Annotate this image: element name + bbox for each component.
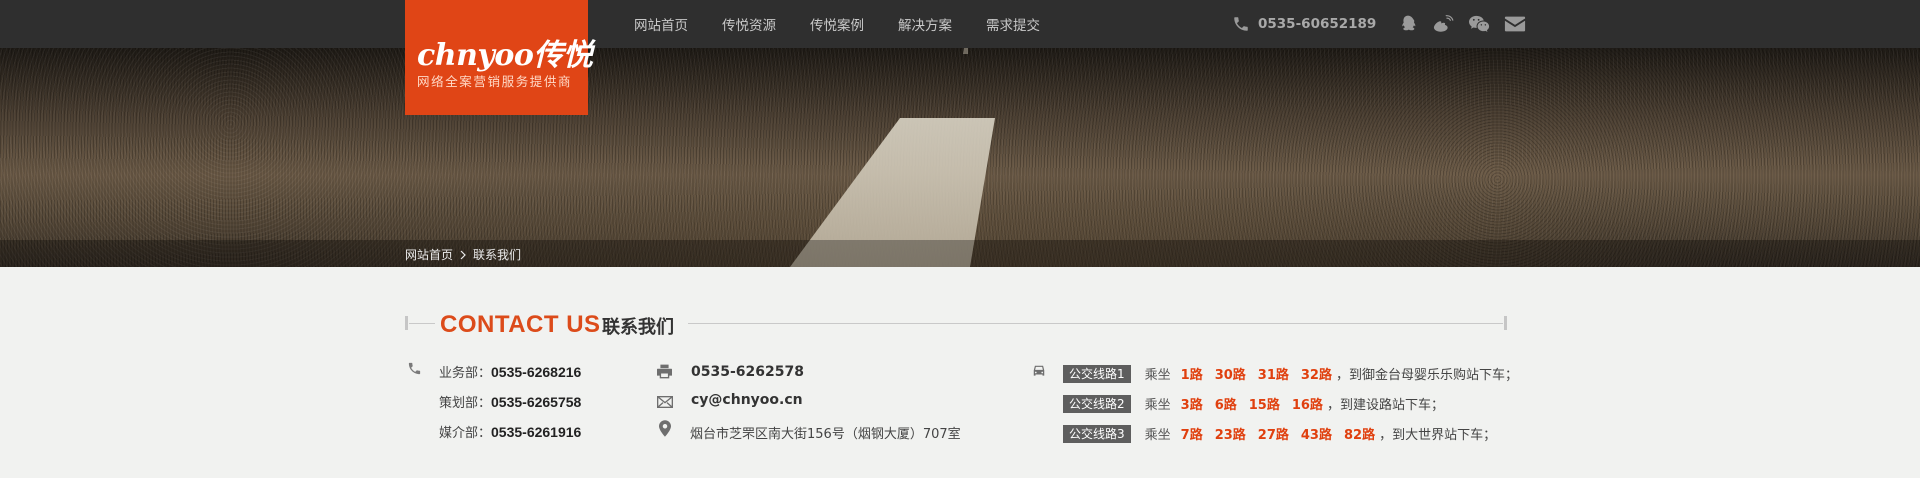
breadcrumb-current: 联系我们 bbox=[473, 248, 522, 262]
hero-banner-road bbox=[0, 48, 1920, 267]
dept-row-planning: 策划部： 0535-6265758 bbox=[439, 392, 582, 412]
nav-item-cases[interactable]: 传悦案例 bbox=[810, 14, 864, 34]
ride-label: 乘坐 bbox=[1144, 398, 1171, 413]
dept-label: 策划部： bbox=[439, 396, 492, 411]
bus-route-tag: 公交线路1 bbox=[1063, 364, 1131, 383]
bus-stop-text: ，到御金台母婴乐乐购站下车； bbox=[1335, 368, 1518, 383]
nav-item-solutions[interactable]: 解决方案 bbox=[898, 14, 952, 34]
bus-number: 6路 bbox=[1214, 398, 1237, 413]
wechat-icon[interactable] bbox=[1468, 14, 1490, 34]
brand-logo[interactable]: chnyoo传悦 网络全案营销服务提供商 bbox=[405, 0, 593, 115]
bus-stop-text: ，到建设路站下车； bbox=[1326, 398, 1444, 413]
section-title-cn: 联系我们 bbox=[602, 317, 674, 338]
dept-row-sales: 业务部： 0535-6268216 bbox=[439, 362, 582, 382]
header-phone: 0535-60652189 bbox=[1258, 16, 1377, 32]
bus-number: 7路 bbox=[1180, 428, 1203, 443]
nav-item-request[interactable]: 需求提交 bbox=[986, 14, 1040, 34]
dept-row-media: 媒介部： 0535-6261916 bbox=[439, 422, 582, 442]
mail-icon[interactable] bbox=[1504, 15, 1526, 33]
dept-phone: 0535-6261916 bbox=[491, 423, 582, 440]
email-address[interactable]: cy@chnyoo.cn bbox=[691, 392, 803, 408]
mail-icon bbox=[657, 396, 673, 408]
logo-wordmark: chnyoo传悦 bbox=[417, 38, 593, 73]
bus-number: 1路 bbox=[1180, 368, 1203, 383]
logo-slogan: 网络全案营销服务提供商 bbox=[417, 74, 573, 89]
bus-route-1: 公交线路1 乘坐 1路 30路 31路 32路 ，到御金台母婴乐乐购站下车； bbox=[1063, 364, 1518, 383]
divider-cap-left bbox=[405, 316, 408, 330]
bus-number: 3路 bbox=[1180, 398, 1203, 413]
top-navbar: 网站首页 传悦资源 传悦案例 解决方案 需求提交 0535-60652189 bbox=[0, 0, 1920, 48]
divider-line-right bbox=[688, 323, 1503, 324]
bus-stop-text: ，到大世界站下车； bbox=[1379, 428, 1497, 443]
weibo-icon[interactable] bbox=[1432, 14, 1454, 34]
bus-number: 43路 bbox=[1300, 428, 1332, 443]
chevron-right-icon bbox=[460, 250, 466, 259]
location-pin-icon bbox=[659, 420, 671, 437]
breadcrumb-home[interactable]: 网站首页 bbox=[405, 246, 453, 263]
divider-cap-right bbox=[1504, 316, 1507, 330]
main-nav: 网站首页 传悦资源 传悦案例 解决方案 需求提交 bbox=[634, 0, 1040, 48]
bus-number: 30路 bbox=[1214, 368, 1246, 383]
nav-item-resources[interactable]: 传悦资源 bbox=[722, 14, 776, 34]
ride-label: 乘坐 bbox=[1144, 428, 1171, 443]
road-lane-marking bbox=[790, 48, 995, 267]
contact-section-header: CONTACT US 联系我们 bbox=[405, 311, 1507, 338]
bus-route-tag: 公交线路2 bbox=[1063, 394, 1131, 413]
dept-phone: 0535-6265758 bbox=[491, 393, 582, 410]
dept-label: 业务部： bbox=[439, 366, 492, 381]
bus-number: 32路 bbox=[1300, 368, 1332, 383]
qq-icon[interactable] bbox=[1398, 14, 1418, 34]
bus-route-2: 公交线路2 乘坐 3路 6路 15路 16路 ，到建设路站下车； bbox=[1063, 394, 1444, 413]
bus-number: 27路 bbox=[1257, 428, 1289, 443]
nav-item-home[interactable]: 网站首页 bbox=[634, 14, 688, 34]
bus-number: 15路 bbox=[1248, 398, 1280, 413]
bus-number: 23路 bbox=[1214, 428, 1246, 443]
breadcrumb: 网站首页 联系我们 bbox=[405, 246, 521, 263]
ride-label: 乘坐 bbox=[1144, 368, 1171, 383]
car-icon bbox=[1033, 365, 1045, 376]
bus-route-tag: 公交线路3 bbox=[1063, 424, 1131, 443]
address-text: 烟台市芝罘区南大街156号（烟钢大厦）707室 bbox=[690, 427, 961, 442]
fax-icon bbox=[657, 364, 672, 379]
bus-route-3: 公交线路3 乘坐 7路 23路 27路 43路 82路 ，到大世界站下车； bbox=[1063, 424, 1496, 443]
bus-number: 16路 bbox=[1291, 398, 1323, 413]
dept-phone: 0535-6268216 bbox=[491, 363, 582, 380]
divider-line-left bbox=[409, 323, 435, 324]
fax-number: 0535-6262578 bbox=[691, 364, 804, 380]
section-title-en: CONTACT US bbox=[440, 311, 601, 338]
bus-number: 82路 bbox=[1343, 428, 1376, 443]
breadcrumb-strip bbox=[0, 240, 1920, 267]
header-contact: 0535-60652189 bbox=[1232, 0, 1540, 48]
bus-number: 31路 bbox=[1257, 368, 1289, 383]
dept-label: 媒介部： bbox=[439, 426, 492, 441]
phone-icon bbox=[1234, 17, 1248, 31]
phone-icon bbox=[408, 362, 421, 375]
